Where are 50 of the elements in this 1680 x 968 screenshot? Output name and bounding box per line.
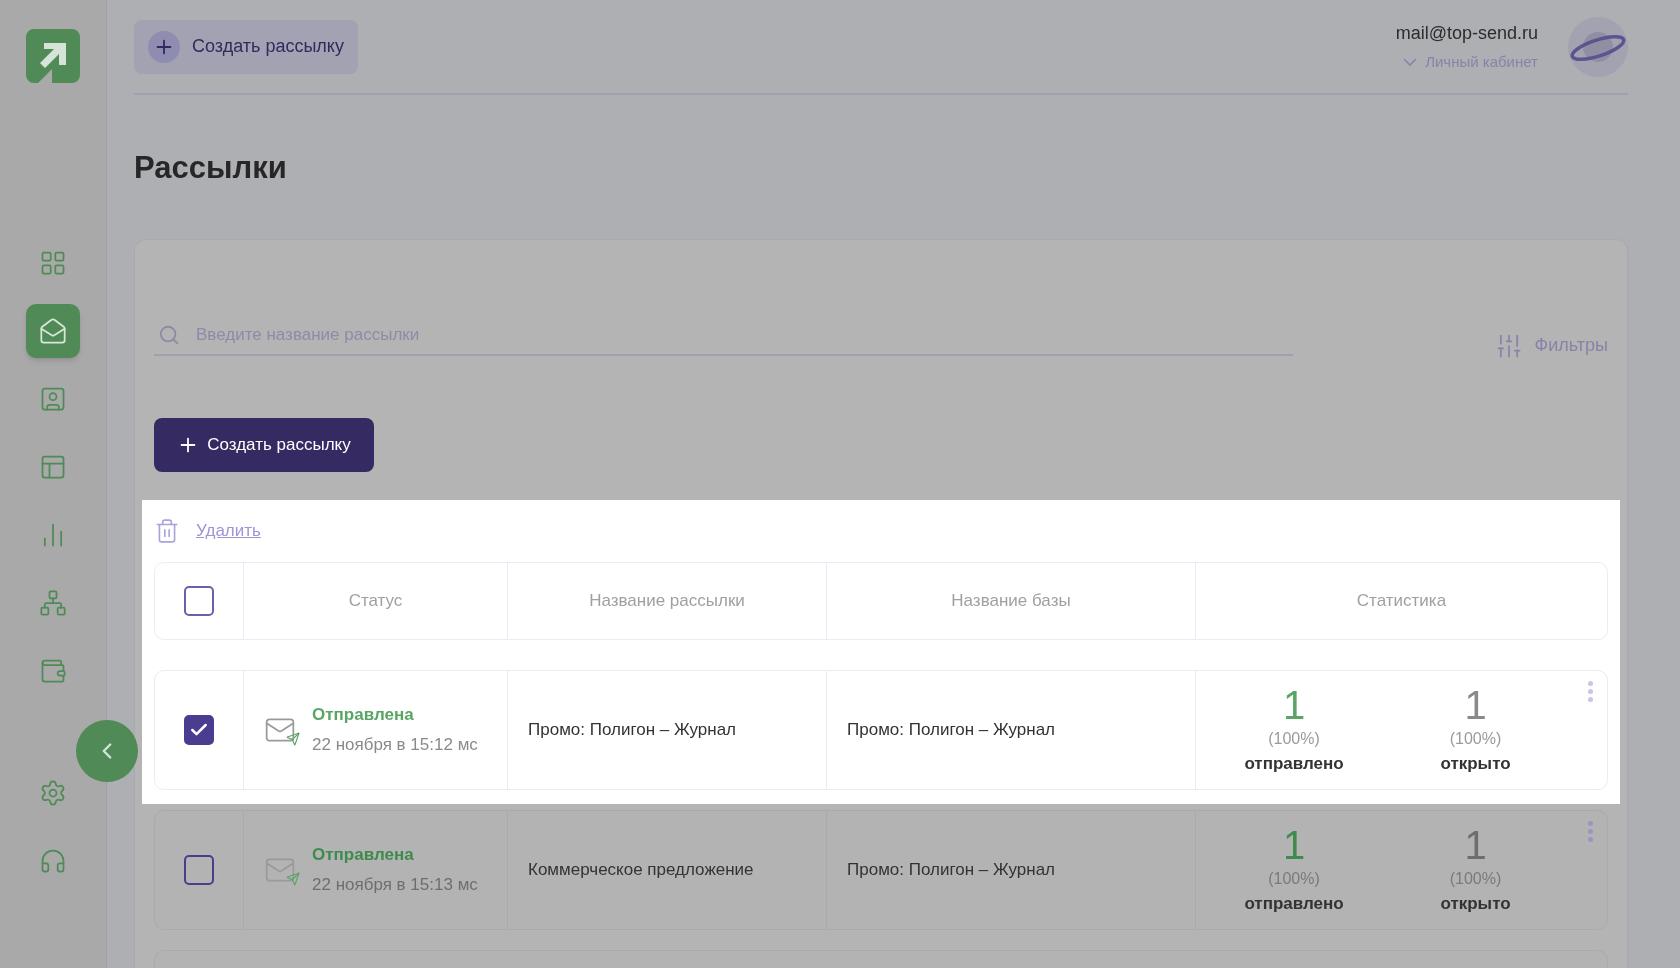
column-header: Статус bbox=[348, 589, 403, 612]
status-text: Отправлена bbox=[312, 844, 415, 866]
sent-label: отправлено bbox=[1244, 752, 1344, 775]
create-mailing-button[interactable]: Создать рассылку bbox=[154, 417, 374, 472]
hierarchy-icon bbox=[39, 589, 67, 617]
more-icon bbox=[1588, 820, 1593, 842]
opened-label: открыто bbox=[1440, 892, 1511, 915]
more-button[interactable] bbox=[1588, 820, 1593, 842]
column-header: Статистика bbox=[1356, 589, 1447, 612]
mailing-name: Коммерческое предложение bbox=[528, 858, 754, 881]
date-text: 22 ноября в 15:12 мс bbox=[312, 733, 478, 756]
opened-percent: (100%) bbox=[1449, 728, 1502, 749]
base-name: Промо: Полигон – Журнал bbox=[847, 718, 1056, 741]
status-text: Отправлена bbox=[312, 704, 415, 726]
more-icon bbox=[1588, 680, 1593, 702]
mailing-name: Промо: Полигон – Журнал bbox=[528, 718, 737, 741]
grid-icon bbox=[39, 249, 67, 277]
layout-icon bbox=[39, 453, 67, 481]
chevron-down-icon bbox=[1403, 58, 1418, 66]
column-header: Название рассылки bbox=[589, 589, 745, 612]
checkbox[interactable] bbox=[184, 714, 214, 745]
logo-icon bbox=[26, 29, 80, 83]
checkbox[interactable] bbox=[184, 854, 214, 885]
opened-count: 1 bbox=[1464, 822, 1487, 867]
contact-card-icon bbox=[39, 385, 67, 413]
more-button[interactable] bbox=[1588, 680, 1593, 702]
column-header: Название базы bbox=[951, 589, 1071, 612]
headset-icon bbox=[39, 847, 67, 875]
search-icon bbox=[158, 323, 180, 346]
planet-avatar bbox=[1568, 16, 1628, 77]
opened-count: 1 bbox=[1464, 682, 1487, 727]
base-name: Промо: Полигон – Журнал bbox=[847, 858, 1056, 881]
date-text: 22 ноября в 15:13 мс bbox=[312, 873, 478, 896]
settings-icon bbox=[39, 779, 67, 807]
sent-label: отправлено bbox=[1244, 892, 1344, 915]
sent-percent: (100%) bbox=[1268, 728, 1320, 749]
opened-label: открыто bbox=[1440, 752, 1511, 775]
sent-count: 1 bbox=[1282, 682, 1306, 727]
sent-percent: (100%) bbox=[1268, 868, 1320, 889]
page-title: Рассылки bbox=[134, 149, 288, 187]
delete-link[interactable]: Удалить bbox=[154, 517, 261, 544]
opened-percent: (100%) bbox=[1449, 868, 1502, 889]
user-email: mail@top-send.ru bbox=[1395, 21, 1538, 45]
envelope-icon bbox=[39, 317, 67, 345]
create-mailing-button[interactable]: Создать рассылку bbox=[134, 19, 358, 74]
sent-count: 1 bbox=[1282, 822, 1306, 867]
checkbox[interactable] bbox=[184, 585, 214, 616]
wallet-icon bbox=[39, 657, 67, 685]
trash-icon bbox=[154, 517, 180, 544]
sidebar-item[interactable] bbox=[26, 304, 80, 358]
